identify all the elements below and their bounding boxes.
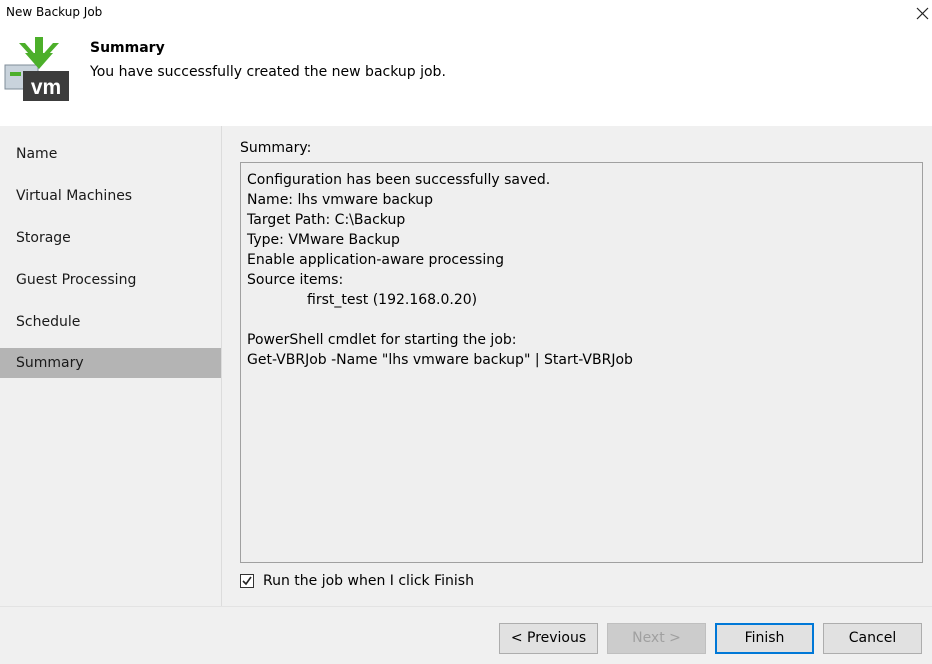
- summary-line: first_test (192.168.0.20): [307, 292, 478, 308]
- next-button[interactable]: Next >: [607, 623, 706, 654]
- summary-line: PowerShell cmdlet for starting the job:: [247, 332, 517, 348]
- summary-line: Enable application-aware processing: [247, 252, 504, 268]
- vm-backup-icon: vm: [3, 33, 73, 103]
- title-bar: New Backup Job: [0, 0, 932, 28]
- run-job-checkbox[interactable]: [240, 574, 254, 588]
- checkmark-icon: [242, 576, 252, 586]
- sidebar-item-storage[interactable]: Storage: [0, 223, 221, 253]
- sidebar-item-label: Guest Processing: [16, 272, 137, 288]
- cancel-button[interactable]: Cancel: [823, 623, 922, 654]
- wizard-steps-sidebar: Name Virtual Machines Storage Guest Proc…: [0, 126, 222, 606]
- summary-line: Source items:: [247, 272, 344, 288]
- run-job-option[interactable]: Run the job when I click Finish: [240, 571, 474, 591]
- sidebar-item-label: Summary: [16, 355, 84, 371]
- summary-line: Target Path: C:\Backup: [247, 212, 406, 228]
- window-title: New Backup Job: [6, 5, 103, 19]
- summary-line: Configuration has been successfully save…: [247, 172, 551, 188]
- summary-blank-line: [247, 310, 916, 330]
- sidebar-item-schedule[interactable]: Schedule: [0, 307, 221, 337]
- finish-button[interactable]: Finish: [715, 623, 814, 654]
- wizard-body: Name Virtual Machines Storage Guest Proc…: [0, 126, 932, 664]
- page-title: Summary: [90, 40, 165, 56]
- summary-line: Name: lhs vmware backup: [247, 192, 434, 208]
- summary-textbox[interactable]: Configuration has been successfully save…: [240, 162, 923, 563]
- summary-line: Get-VBRJob -Name "lhs vmware backup" | S…: [247, 352, 633, 368]
- sidebar-item-virtual-machines[interactable]: Virtual Machines: [0, 181, 221, 211]
- sidebar-item-label: Virtual Machines: [16, 188, 133, 204]
- summary-line: Type: VMware Backup: [247, 232, 400, 248]
- sidebar-item-label: Schedule: [16, 314, 81, 330]
- run-job-label: Run the job when I click Finish: [263, 573, 474, 589]
- summary-panel: Summary: Configuration has been successf…: [240, 126, 923, 606]
- sidebar-item-name[interactable]: Name: [0, 139, 221, 169]
- vm-logo-text: vm: [31, 76, 61, 99]
- wizard-footer: < Previous Next > Finish Cancel: [0, 606, 932, 664]
- page-subtitle: You have successfully created the new ba…: [90, 64, 446, 80]
- summary-label: Summary:: [240, 140, 312, 156]
- sidebar-item-guest-processing[interactable]: Guest Processing: [0, 265, 221, 295]
- wizard-header: vm Summary You have successfully created…: [0, 28, 932, 126]
- sidebar-item-summary[interactable]: Summary: [0, 348, 221, 378]
- previous-button[interactable]: < Previous: [499, 623, 598, 654]
- close-icon[interactable]: [912, 4, 932, 24]
- sidebar-item-label: Name: [16, 146, 58, 162]
- sidebar-item-label: Storage: [16, 230, 71, 246]
